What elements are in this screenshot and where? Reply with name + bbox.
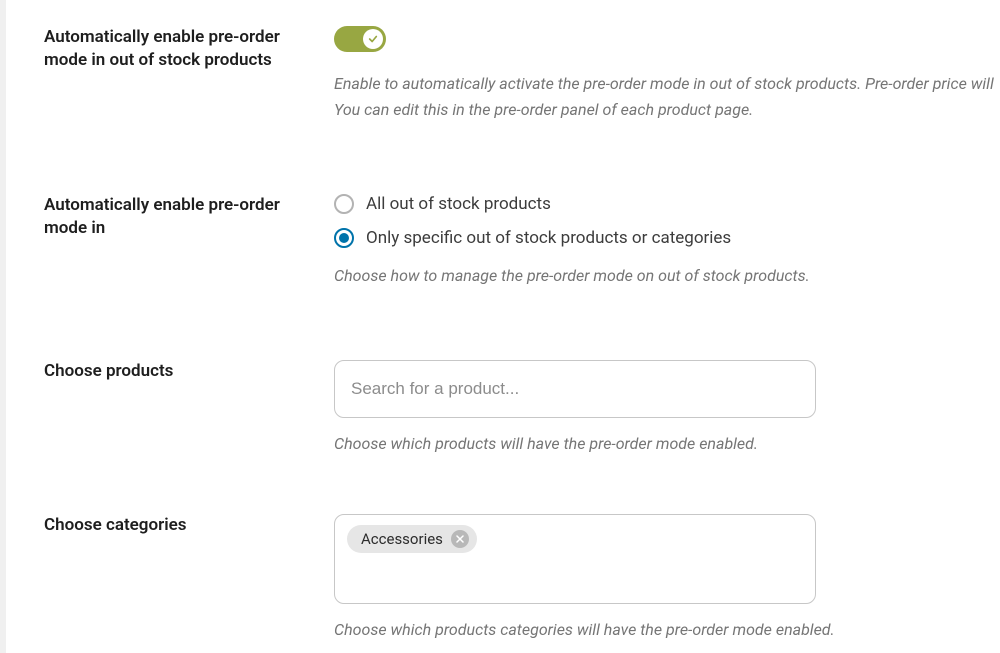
radio-option-specific[interactable]: Only specific out of stock products or c…	[334, 228, 1000, 248]
label-column: Automatically enable pre-order mode in	[44, 194, 334, 240]
help-line: Enable to automatically activate the pre…	[334, 72, 1000, 96]
auto-enable-toggle[interactable]	[334, 26, 386, 52]
setting-help: Choose which products categories will ha…	[334, 618, 1000, 642]
radio-icon	[334, 194, 354, 214]
setting-label: Choose products	[44, 360, 314, 383]
product-search-input[interactable]	[334, 360, 816, 418]
settings-form: Automatically enable pre-order mode in o…	[0, 0, 1000, 642]
setting-choose-categories: Choose categories Accessories Choose whi…	[44, 514, 1000, 642]
setting-help: Choose which products will have the pre-…	[334, 432, 1000, 456]
setting-help: Choose how to manage the pre-order mode …	[334, 264, 1000, 288]
setting-choose-products: Choose products Choose which products wi…	[44, 360, 1000, 456]
control-column: Enable to automatically activate the pre…	[334, 26, 1000, 122]
label-column: Choose categories	[44, 514, 334, 537]
setting-label: Automatically enable pre-order mode in	[44, 194, 314, 240]
setting-label: Choose categories	[44, 514, 314, 537]
setting-mode-in: Automatically enable pre-order mode in A…	[44, 194, 1000, 288]
toggle-knob	[363, 29, 383, 49]
setting-help: Enable to automatically activate the pre…	[334, 72, 1000, 122]
radio-icon-selected	[334, 228, 354, 248]
tag-label: Accessories	[361, 530, 443, 548]
mode-radio-group: All out of stock products Only specific …	[334, 194, 1000, 248]
close-icon	[456, 535, 464, 543]
category-tag: Accessories	[347, 525, 477, 553]
help-line: You can edit this in the pre-order panel…	[334, 98, 1000, 122]
tag-remove-button[interactable]	[451, 530, 469, 548]
setting-auto-enable: Automatically enable pre-order mode in o…	[44, 26, 1000, 122]
sidebar-stripe	[0, 0, 6, 653]
radio-label: All out of stock products	[366, 194, 551, 214]
label-column: Choose products	[44, 360, 334, 383]
check-icon	[368, 34, 378, 44]
category-tag-input[interactable]: Accessories	[334, 514, 816, 604]
radio-option-all[interactable]: All out of stock products	[334, 194, 1000, 214]
label-column: Automatically enable pre-order mode in o…	[44, 26, 334, 72]
control-column: Accessories Choose which products catego…	[334, 514, 1000, 642]
radio-label: Only specific out of stock products or c…	[366, 228, 731, 248]
setting-label: Automatically enable pre-order mode in o…	[44, 26, 314, 72]
control-column: All out of stock products Only specific …	[334, 194, 1000, 288]
control-column: Choose which products will have the pre-…	[334, 360, 1000, 456]
